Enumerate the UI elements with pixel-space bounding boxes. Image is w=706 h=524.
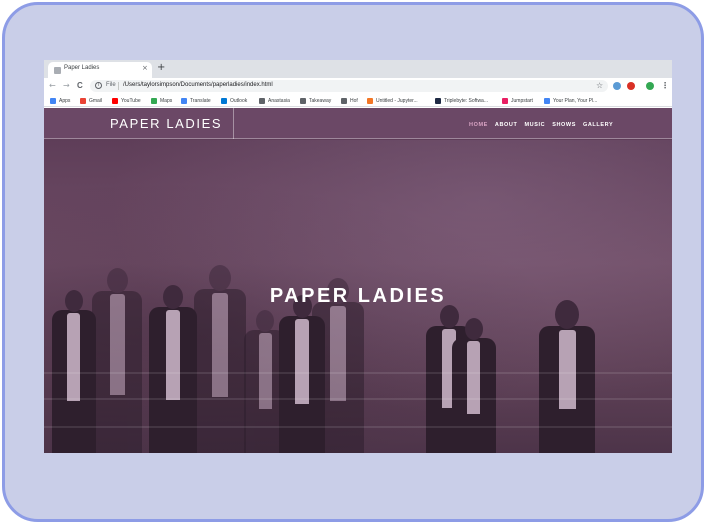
nav-link-about[interactable]: ABOUT [495, 122, 518, 128]
bookmark-label: Untitled - Jupyter... [376, 98, 418, 104]
bookmark-item[interactable]: Gmail [80, 97, 102, 105]
bookmark-favicon-icon [151, 98, 157, 104]
bookmark-label: YouTube [121, 98, 141, 104]
address-divider [118, 82, 119, 90]
bookmarks-bar: Apps Gmail YouTube Maps Translate Outlook Anas… [44, 94, 672, 107]
band-member-silhouette [452, 318, 496, 453]
page-favicon-icon [54, 67, 61, 74]
paper-fold-line [44, 398, 672, 400]
browser-window: Paper Ladies × + ← → C i File /Users/tay… [44, 60, 672, 453]
bookmark-item[interactable]: Hof [341, 97, 358, 105]
bookmark-item[interactable]: Anastasia [259, 97, 290, 105]
bookmark-favicon-icon [221, 98, 227, 104]
extension-shield-icon[interactable] [613, 82, 621, 90]
url-text[interactable]: /Users/taylorsimpson/Documents/paperladi… [123, 82, 273, 88]
bookmark-item[interactable]: Outlook [221, 97, 247, 105]
nav-link-shows[interactable]: SHOWS [552, 122, 576, 128]
site-nav-links: HOME ABOUT MUSIC SHOWS GALLERY [469, 122, 613, 128]
bookmark-favicon-icon [435, 98, 441, 104]
bookmark-favicon-icon [181, 98, 187, 104]
bookmark-label: Jumpstart [511, 98, 533, 104]
bookmark-label: Translate [190, 98, 211, 104]
bookmark-favicon-icon [80, 98, 86, 104]
bookmark-item[interactable]: Untitled - Jupyter... [367, 97, 418, 105]
url-scheme-label: File [106, 82, 116, 88]
profile-avatar-icon[interactable] [646, 82, 654, 90]
paper-fold-line [44, 426, 672, 428]
bookmark-star-icon[interactable]: ☆ [596, 81, 603, 90]
paper-fold-line [44, 372, 672, 374]
bookmark-favicon-icon [112, 98, 118, 104]
nav-link-gallery[interactable]: GALLERY [583, 122, 613, 128]
bookmark-item[interactable]: YouTube [112, 97, 141, 105]
bookmark-item[interactable]: Your Plan, Your Pl... [544, 97, 597, 105]
address-bar[interactable]: i File /Users/taylorsimpson/Documents/pa… [90, 80, 608, 92]
bookmark-label: Takeaway [309, 98, 332, 104]
site-navbar: PAPER LADIES HOME ABOUT MUSIC SHOWS GALLERY [44, 108, 672, 139]
close-tab-icon[interactable]: × [142, 64, 148, 73]
extension-adblock-icon[interactable] [627, 82, 635, 90]
info-icon[interactable]: i [95, 82, 102, 89]
website-viewport: PAPER LADIES HOME ABOUT MUSIC SHOWS GALLERY … [44, 108, 672, 453]
band-member-silhouette [539, 300, 595, 453]
bookmark-favicon-icon [502, 98, 508, 104]
browser-toolbar: ← → C i File /Users/taylorsimpson/Docume… [44, 78, 672, 94]
bookmark-item[interactable]: Maps [151, 97, 172, 105]
nav-link-home[interactable]: HOME [469, 122, 488, 128]
bookmark-favicon-icon [50, 98, 56, 104]
bookmark-favicon-icon [367, 98, 373, 104]
browser-tab[interactable]: Paper Ladies × [48, 62, 152, 78]
bookmark-label: Triplebyte: Softwa... [444, 98, 488, 104]
hero-title: PAPER LADIES [269, 285, 447, 307]
bookmark-label: Anastasia [268, 98, 290, 104]
bookmark-label: Gmail [89, 98, 103, 104]
bookmark-item[interactable]: Apps [50, 97, 70, 105]
bookmark-item[interactable]: Triplebyte: Softwa... [435, 97, 488, 105]
back-button[interactable]: ← [49, 80, 56, 91]
bookmark-item[interactable]: Takeaway [300, 97, 331, 105]
screenshot-frame: Paper Ladies × + ← → C i File /Users/tay… [2, 2, 704, 522]
bookmark-favicon-icon [341, 98, 347, 104]
bookmark-label: Your Plan, Your Pl... [553, 98, 598, 104]
bookmark-label: Hof [350, 98, 358, 104]
brand-divider [233, 108, 234, 139]
reload-button[interactable]: C [77, 80, 83, 91]
bookmark-favicon-icon [259, 98, 265, 104]
bookmark-item[interactable]: Jumpstart [502, 97, 533, 105]
bookmark-favicon-icon [544, 98, 550, 104]
bookmark-label: Outlook [230, 98, 248, 104]
bookmark-label: Maps [160, 98, 173, 104]
bookmark-item[interactable]: Translate [181, 97, 211, 105]
site-brand[interactable]: PAPER LADIES [110, 116, 222, 131]
bookmark-label: Apps [59, 98, 71, 104]
bookmark-favicon-icon [300, 98, 306, 104]
nav-link-music[interactable]: MUSIC [524, 122, 545, 128]
forward-button[interactable]: → [63, 80, 70, 91]
new-tab-button[interactable]: + [157, 62, 165, 74]
browser-menu-icon[interactable]: ⋮ [661, 80, 669, 91]
tab-strip: Paper Ladies × + [44, 60, 672, 78]
tab-title: Paper Ladies [64, 65, 100, 71]
